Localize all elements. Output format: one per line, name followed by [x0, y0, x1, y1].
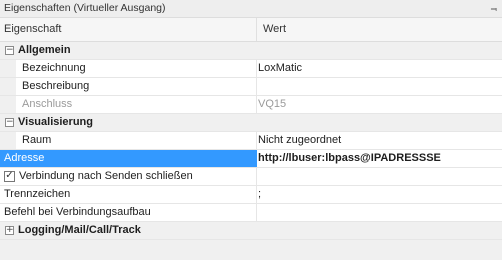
panel-title: Eigenschaften (Virtueller Ausgang): [4, 2, 166, 14]
category-label: Logging/Mail/Call/Track: [18, 224, 141, 236]
properties-panel: Eigenschaften (Virtueller Ausgang) ⫬ Eig…: [0, 0, 502, 260]
category-label: Visualisierung: [18, 116, 93, 128]
property-label: Trennzeichen: [4, 188, 71, 200]
property-value-field[interactable]: Nicht zugeordnet: [258, 134, 341, 146]
property-row-anschluss: Anschluss VQ15: [0, 96, 502, 114]
property-grid: − Allgemein Bezeichnung LoxMatic Beschre…: [0, 42, 502, 240]
close-connection-checkbox[interactable]: ✓: [4, 170, 15, 182]
property-value-readonly: VQ15: [258, 98, 287, 110]
property-row-raum[interactable]: Raum Nicht zugeordnet: [0, 132, 502, 150]
category-visualisierung[interactable]: − Visualisierung: [0, 114, 502, 132]
column-header-value[interactable]: Wert: [263, 23, 286, 35]
property-label: Bezeichnung: [22, 62, 86, 74]
property-label: Verbindung nach Senden schließen: [19, 170, 193, 182]
property-row-adresse[interactable]: Adresse http://lbuser:lbpass@IPADRESSSE: [0, 150, 502, 168]
address-value-field[interactable]: http://lbuser:lbpass@IPADRESSSE: [258, 152, 441, 164]
expand-icon[interactable]: +: [5, 226, 14, 235]
property-value-field[interactable]: ;: [258, 188, 261, 200]
category-allgemein[interactable]: − Allgemein: [0, 42, 502, 60]
category-label: Allgemein: [18, 44, 71, 56]
property-label: Adresse: [4, 152, 45, 164]
column-header-property[interactable]: Eigenschaft: [4, 23, 61, 35]
property-label: Raum: [22, 134, 52, 146]
property-row-verbindung[interactable]: ✓ Verbindung nach Senden schließen: [0, 168, 502, 186]
collapse-icon[interactable]: −: [5, 46, 14, 55]
property-row-beschreibung[interactable]: Beschreibung: [0, 78, 502, 96]
property-row-trennzeichen[interactable]: Trennzeichen ;: [0, 186, 502, 204]
property-row-befehl[interactable]: Befehl bei Verbindungsaufbau: [0, 204, 502, 222]
property-row-bezeichnung[interactable]: Bezeichnung LoxMatic: [0, 60, 502, 78]
property-label: Beschreibung: [22, 80, 90, 92]
property-value-field[interactable]: LoxMatic: [258, 62, 302, 74]
panel-titlebar: Eigenschaften (Virtueller Ausgang) ⫬: [0, 0, 502, 18]
pin-icon[interactable]: ⫬: [491, 2, 497, 15]
category-logging[interactable]: + Logging/Mail/Call/Track: [0, 222, 502, 240]
property-label: Befehl bei Verbindungsaufbau: [4, 206, 151, 218]
column-divider[interactable]: [256, 18, 257, 41]
collapse-icon[interactable]: −: [5, 118, 14, 127]
grid-header: Eigenschaft Wert: [0, 18, 502, 42]
property-label: Anschluss: [22, 98, 73, 110]
